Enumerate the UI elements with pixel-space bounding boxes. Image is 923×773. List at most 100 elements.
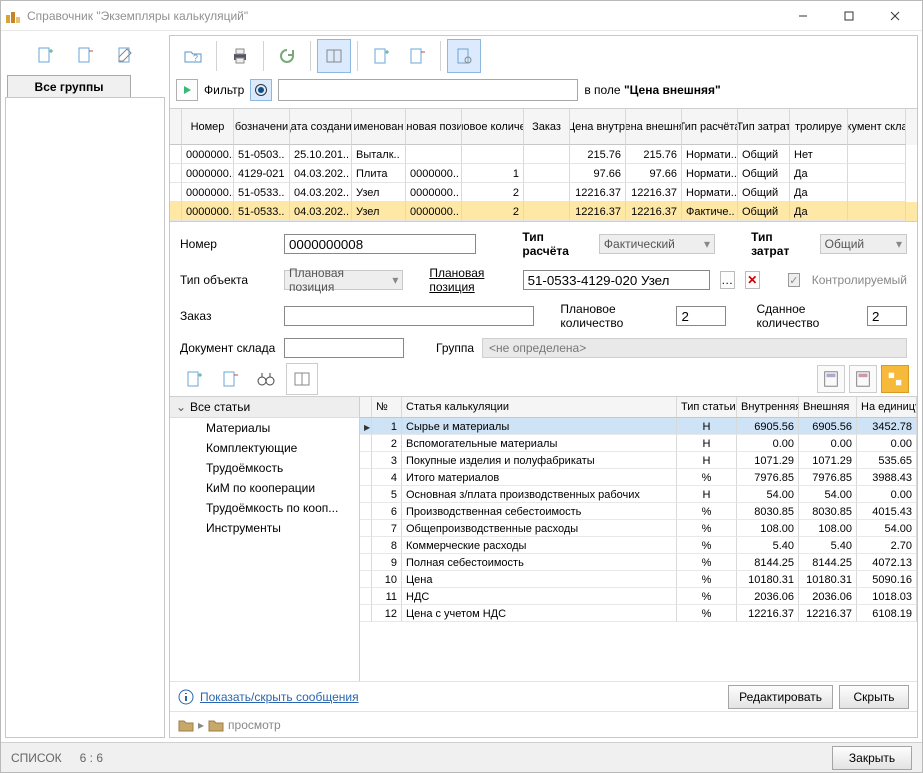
order-label: Заказ bbox=[180, 309, 276, 323]
refresh-icon[interactable] bbox=[270, 39, 304, 73]
left-toolbar bbox=[5, 35, 165, 75]
table-row[interactable]: 0000000..51-0533..04.03.202..Узел0000000… bbox=[170, 202, 917, 221]
filter-label: Фильтр bbox=[204, 83, 244, 97]
chevron-down-icon: ⌄ bbox=[176, 400, 186, 414]
article-row[interactable]: 6Производственная себестоимость%8030.858… bbox=[360, 503, 917, 520]
article-row[interactable]: 11НДС%2036.062036.061018.03 bbox=[360, 588, 917, 605]
doc-minus-icon[interactable] bbox=[400, 39, 434, 73]
plan-pos-input[interactable] bbox=[523, 270, 710, 290]
done-qty-label: Сданное количество bbox=[756, 302, 859, 330]
controlled-checkbox bbox=[788, 273, 800, 287]
run-filter-button[interactable] bbox=[176, 79, 198, 101]
articles-tree: ⌄Все статьи МатериалыКомплектующиеТрудоё… bbox=[170, 397, 360, 681]
obj-type-select: Плановая позиция bbox=[284, 270, 403, 290]
messages-row: Показать/скрыть сообщения Редактировать … bbox=[170, 681, 917, 711]
all-groups-tab[interactable]: Все группы bbox=[7, 75, 131, 98]
art-columns-icon[interactable] bbox=[286, 363, 318, 395]
table-row[interactable]: 0000000..4129-02104.03.202..Плита0000000… bbox=[170, 164, 917, 183]
cost-type-label: Тип затрат bbox=[751, 230, 812, 258]
calc-type-label: Тип расчёта bbox=[522, 230, 591, 258]
tree-item[interactable]: Материалы bbox=[170, 418, 359, 438]
group-value: <не определена> bbox=[482, 338, 907, 358]
doc-gear-icon[interactable] bbox=[447, 39, 481, 73]
title-bar: Справочник "Экземпляры калькуляций" bbox=[1, 1, 922, 31]
doc-plus-icon[interactable] bbox=[364, 39, 398, 73]
close-button[interactable] bbox=[872, 1, 918, 31]
calc-icon-config[interactable] bbox=[881, 365, 909, 393]
close-window-button[interactable]: Закрыть bbox=[832, 746, 912, 770]
controlled-label: Контролируемый bbox=[812, 273, 907, 287]
binoculars-icon[interactable] bbox=[250, 363, 282, 395]
stock-doc-label: Документ склада bbox=[180, 341, 276, 355]
tree-root[interactable]: ⌄Все статьи bbox=[170, 397, 359, 418]
groups-panel bbox=[5, 97, 165, 738]
status-count: 6 : 6 bbox=[80, 751, 103, 765]
article-row[interactable]: 3Покупные изделия и полуфабрикатыН1071.2… bbox=[360, 452, 917, 469]
status-mode: СПИСОК bbox=[11, 751, 62, 765]
minimize-button[interactable] bbox=[780, 1, 826, 31]
window-title: Справочник "Экземпляры калькуляций" bbox=[27, 9, 780, 23]
toggle-messages-link[interactable]: Показать/скрыть сообщения bbox=[200, 690, 359, 704]
hide-button[interactable]: Скрыть bbox=[839, 685, 909, 709]
app-window: Справочник "Экземпляры калькуляций" Все … bbox=[0, 0, 923, 773]
records-table: Номер бозначени Дата создания именован П… bbox=[170, 108, 917, 222]
number-input[interactable] bbox=[284, 234, 476, 254]
columns-icon[interactable] bbox=[317, 39, 351, 73]
group-label: Группа bbox=[436, 341, 474, 355]
maximize-button[interactable] bbox=[826, 1, 872, 31]
view-label: просмотр bbox=[228, 718, 281, 732]
tree-item[interactable]: Инструменты bbox=[170, 518, 359, 538]
table-row[interactable]: 0000000..51-0533..04.03.202..Узел0000000… bbox=[170, 183, 917, 202]
articles-table: № Статья калькуляции Тип статьи Внутренн… bbox=[360, 397, 917, 681]
tree-item[interactable]: КиМ по кооперации bbox=[170, 478, 359, 498]
art-remove-icon[interactable] bbox=[214, 363, 246, 395]
details-form: Номер Тип расчёта Фактический Тип затрат… bbox=[170, 222, 917, 362]
calc-icon-2[interactable] bbox=[849, 365, 877, 393]
folder-chevron-icon: ▸ bbox=[198, 718, 204, 732]
content-area: Все группы ? Филь bbox=[1, 31, 922, 742]
main-toolbar: ? bbox=[170, 36, 917, 76]
plan-pos-browse-button[interactable]: … bbox=[720, 271, 735, 289]
plan-qty-input[interactable] bbox=[676, 306, 726, 326]
folder-icon[interactable] bbox=[178, 718, 194, 732]
doc-add-icon[interactable] bbox=[29, 39, 61, 71]
article-row[interactable]: 12Цена с учетом НДС%12216.3712216.376108… bbox=[360, 605, 917, 622]
article-row[interactable]: 1Сырье и материалыН6905.566905.563452.78 bbox=[360, 418, 917, 435]
filter-bar: Фильтр в поле "Цена внешняя" bbox=[170, 76, 917, 104]
article-row[interactable]: 2Вспомогательные материалыН0.000.000.00 bbox=[360, 435, 917, 452]
article-row[interactable]: 8Коммерческие расходы%5.405.402.70 bbox=[360, 537, 917, 554]
folder-icon-2[interactable] bbox=[208, 718, 224, 732]
left-pane: Все группы bbox=[5, 35, 165, 738]
stock-doc-input[interactable] bbox=[284, 338, 404, 358]
main-pane: ? Фильтр в поле "Цена внешняя" bbox=[169, 35, 918, 738]
filter-input[interactable] bbox=[278, 79, 578, 101]
article-row[interactable]: 5Основная з/плата производственных рабоч… bbox=[360, 486, 917, 503]
article-row[interactable]: 10Цена%10180.3110180.315090.16 bbox=[360, 571, 917, 588]
tree-item[interactable]: Комплектующие bbox=[170, 438, 359, 458]
tree-item[interactable]: Трудоёмкость по кооп... bbox=[170, 498, 359, 518]
print-icon[interactable] bbox=[223, 39, 257, 73]
articles-header: № Статья калькуляции Тип статьи Внутренн… bbox=[360, 397, 917, 418]
done-qty-input[interactable] bbox=[867, 306, 907, 326]
art-add-icon[interactable] bbox=[178, 363, 210, 395]
obj-type-label: Тип объекта bbox=[180, 273, 276, 287]
doc-edit-icon[interactable] bbox=[109, 39, 141, 71]
order-input[interactable] bbox=[284, 306, 534, 326]
doc-remove-icon[interactable] bbox=[69, 39, 101, 71]
table-row[interactable]: 0000000..51-0503..25.10.201..Выталк..215… bbox=[170, 145, 917, 164]
article-row[interactable]: 7Общепроизводственные расходы%108.00108.… bbox=[360, 520, 917, 537]
plan-pos-clear-button[interactable]: ✕ bbox=[745, 271, 760, 289]
info-icon bbox=[178, 689, 194, 705]
article-row[interactable]: 4Итого материалов%7976.857976.853988.43 bbox=[360, 469, 917, 486]
filter-mode-radio[interactable] bbox=[250, 79, 272, 101]
calc-icon-1[interactable] bbox=[817, 365, 845, 393]
plan-qty-label: Плановое количество bbox=[560, 302, 668, 330]
folder-row: ▸ просмотр bbox=[170, 711, 917, 737]
article-row[interactable]: 9Полная себестоимость%8144.258144.254072… bbox=[360, 554, 917, 571]
svg-text:?: ? bbox=[193, 53, 198, 63]
edit-button[interactable]: Редактировать bbox=[728, 685, 833, 709]
number-label: Номер bbox=[180, 237, 276, 251]
folder-help-icon[interactable]: ? bbox=[176, 39, 210, 73]
plan-pos-label[interactable]: Плановая позиция bbox=[429, 266, 514, 294]
tree-item[interactable]: Трудоёмкость bbox=[170, 458, 359, 478]
